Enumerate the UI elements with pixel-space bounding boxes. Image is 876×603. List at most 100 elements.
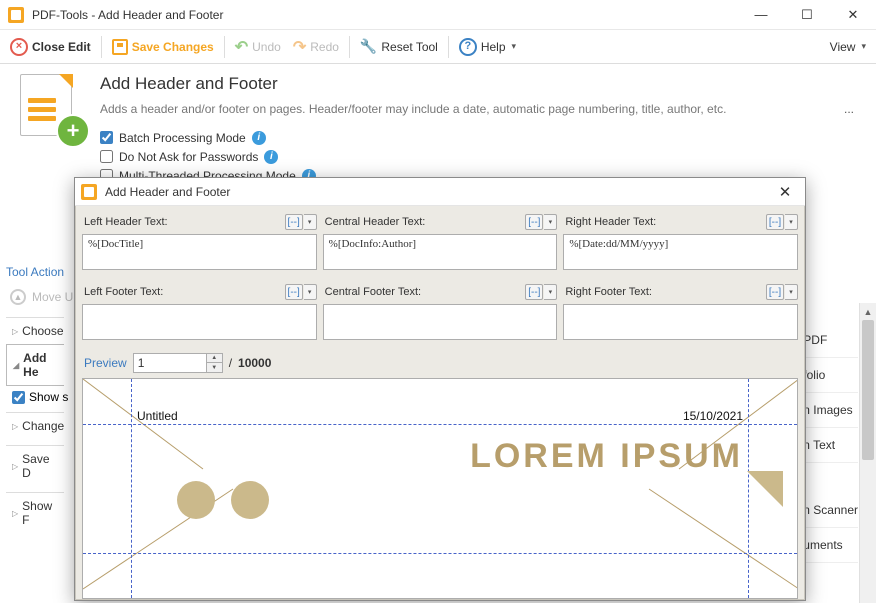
save-changes-button[interactable]: Save Changes xyxy=(106,33,220,61)
info-icon[interactable]: i xyxy=(264,150,278,164)
page-spin-up[interactable]: ▲ xyxy=(207,353,223,363)
left-header-label: Left Header Text: xyxy=(84,216,168,228)
left-header-input[interactable] xyxy=(82,234,317,270)
insert-macro-dropdown[interactable]: ▾ xyxy=(544,284,557,300)
minimize-button[interactable]: — xyxy=(738,0,784,30)
insert-macro-dropdown[interactable]: ▾ xyxy=(304,284,317,300)
batch-mode-checkbox[interactable]: Batch Processing Mode i xyxy=(100,128,860,147)
acc-change[interactable]: ▷Change xyxy=(6,412,64,439)
arrow-up-icon: ▲ xyxy=(10,289,26,305)
right-item-documents[interactable]: uments xyxy=(801,528,858,563)
preview-watermark: LOREM IPSUM xyxy=(470,437,743,476)
undo-icon: ↶ xyxy=(235,37,248,57)
margin-guide-left xyxy=(131,379,132,598)
right-header-input[interactable] xyxy=(563,234,798,270)
tool-header: + Add Header and Footer Adds a header an… xyxy=(0,64,876,193)
no-passwords-checkbox[interactable]: Do Not Ask for Passwords i xyxy=(100,147,860,166)
description-more-button[interactable]: ... xyxy=(838,100,860,118)
insert-macro-dropdown[interactable]: ▾ xyxy=(785,214,798,230)
central-header-input[interactable] xyxy=(323,234,558,270)
insert-macro-button[interactable]: [--] xyxy=(525,284,543,300)
dialog-icon xyxy=(81,184,97,200)
add-header-footer-dialog: Add Header and Footer ✕ Left Header Text… xyxy=(74,177,806,601)
preview-header-left: Untitled xyxy=(137,409,178,423)
undo-button[interactable]: ↶ Undo xyxy=(229,33,287,61)
insert-macro-button[interactable]: [--] xyxy=(766,284,784,300)
preview-graphic-icon xyxy=(177,481,215,519)
app-icon xyxy=(8,7,24,23)
close-window-button[interactable]: ✕ xyxy=(830,0,876,30)
preview-page-input[interactable] xyxy=(133,353,207,373)
title-bar: PDF-Tools - Add Header and Footer — ☐ ✕ xyxy=(0,0,876,30)
insert-macro-button[interactable]: [--] xyxy=(285,284,303,300)
show-setup-checkbox[interactable]: Show s xyxy=(6,386,73,412)
help-button[interactable]: ? Help ▾ xyxy=(453,33,522,61)
close-edit-button[interactable]: × Close Edit xyxy=(4,33,97,61)
central-footer-label: Central Footer Text: xyxy=(325,286,421,298)
main-toolbar: × Close Edit Save Changes ↶ Undo ↷ Redo … xyxy=(0,30,876,64)
right-item-folio[interactable]: folio xyxy=(801,358,858,393)
right-scrollbar[interactable]: ▲ ▼ xyxy=(859,303,876,603)
reset-tool-button[interactable]: 🔧 Reset Tool xyxy=(354,33,444,61)
page-spin-down[interactable]: ▼ xyxy=(207,363,223,373)
close-icon: × xyxy=(10,38,28,56)
section-label: Tool Action xyxy=(6,265,64,279)
dialog-titlebar: Add Header and Footer ✕ xyxy=(75,178,805,206)
acc-show-files[interactable]: ▷Show F xyxy=(6,492,64,533)
acc-add-header[interactable]: ◢Add He xyxy=(6,344,64,386)
window-title: PDF-Tools - Add Header and Footer xyxy=(32,8,223,22)
left-rail: Tool Action xyxy=(6,265,64,279)
right-footer-input[interactable] xyxy=(563,304,798,340)
chevron-down-icon: ▾ xyxy=(512,41,517,52)
separator xyxy=(349,36,350,58)
separator xyxy=(448,36,449,58)
header-grid: Left Header Text: [--] ▾ Central Header … xyxy=(82,211,798,345)
view-menu[interactable]: View ▾ xyxy=(824,33,872,61)
preview-graphic-icon xyxy=(231,481,269,519)
redo-icon: ↷ xyxy=(293,37,306,57)
preview-header-right: 15/10/2021 xyxy=(683,409,743,423)
acc-save[interactable]: ▷Save D xyxy=(6,445,64,486)
preview-controls: Preview ▲ ▼ / 10000 xyxy=(84,353,796,373)
tool-description: Adds a header and/or footer on pages. He… xyxy=(100,102,726,116)
insert-macro-dropdown[interactable]: ▾ xyxy=(785,284,798,300)
wrench-icon: 🔧 xyxy=(360,38,377,55)
insert-macro-button[interactable]: [--] xyxy=(285,214,303,230)
left-footer-label: Left Footer Text: xyxy=(84,286,163,298)
redo-button[interactable]: ↷ Redo xyxy=(287,33,345,61)
info-icon[interactable]: i xyxy=(252,131,266,145)
preview-total: 10000 xyxy=(238,356,271,370)
save-icon xyxy=(112,39,128,55)
preview-graphic-corner xyxy=(747,471,783,507)
dialog-title: Add Header and Footer xyxy=(105,185,230,199)
tool-title: Add Header and Footer xyxy=(100,74,860,94)
scroll-up-icon[interactable]: ▲ xyxy=(860,303,876,320)
separator xyxy=(224,36,225,58)
scroll-thumb[interactable] xyxy=(862,320,874,460)
acc-choose[interactable]: ▷Choose xyxy=(6,317,64,344)
right-item-scanner[interactable]: n Scanner xyxy=(801,493,858,528)
preview-sep: / xyxy=(229,356,232,370)
right-footer-label: Right Footer Text: xyxy=(565,286,652,298)
dialog-close-button[interactable]: ✕ xyxy=(771,180,799,204)
tool-large-icon: + xyxy=(16,74,86,144)
margin-guide-top xyxy=(83,424,797,425)
preview-label: Preview xyxy=(84,356,127,370)
insert-macro-button[interactable]: [--] xyxy=(766,214,784,230)
insert-macro-dropdown[interactable]: ▾ xyxy=(544,214,557,230)
help-icon: ? xyxy=(459,38,477,56)
left-footer-input[interactable] xyxy=(82,304,317,340)
right-header-label: Right Header Text: xyxy=(565,216,656,228)
preview-pane: Untitled 15/10/2021 LOREM IPSUM xyxy=(82,378,798,599)
separator xyxy=(101,36,102,58)
right-item-pdf[interactable]: PDF xyxy=(801,323,858,358)
right-item-text[interactable]: n Text xyxy=(801,428,858,463)
maximize-button[interactable]: ☐ xyxy=(784,0,830,30)
move-up-button: ▲ Move U xyxy=(10,289,73,305)
chevron-down-icon: ▾ xyxy=(861,41,866,52)
insert-macro-dropdown[interactable]: ▾ xyxy=(304,214,317,230)
insert-macro-button[interactable]: [--] xyxy=(525,214,543,230)
central-footer-input[interactable] xyxy=(323,304,558,340)
right-item-images[interactable]: n Images xyxy=(801,393,858,428)
central-header-label: Central Header Text: xyxy=(325,216,426,228)
